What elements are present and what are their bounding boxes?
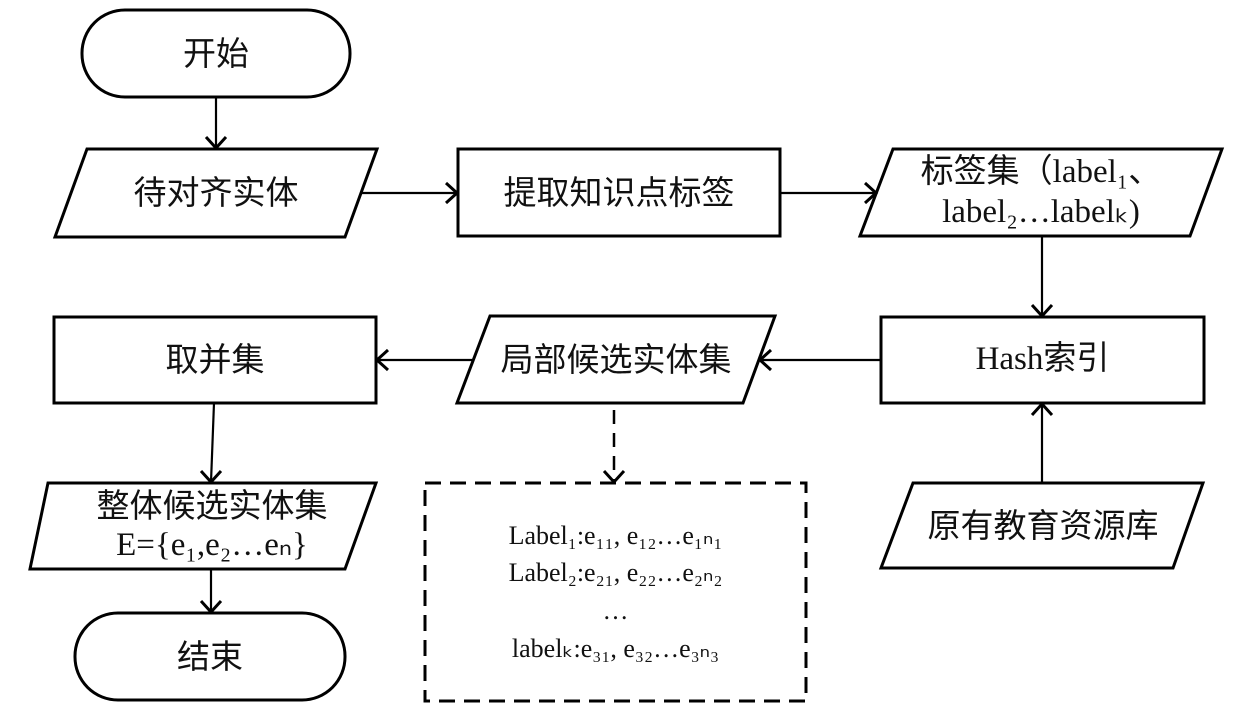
overall-candidate-set-line1: 整体候选实体集 [96, 486, 328, 526]
edge-db-to-hash [1030, 401, 1054, 483]
end-node: 结束 [75, 613, 345, 700]
detail-line: labelₖ:e₃₁, e₃₂…e₃ₙ₃ [511, 633, 720, 663]
edge-labelset-to-hash [1030, 236, 1054, 319]
label-set-line1: 标签集（label₁、 [920, 153, 1162, 190]
take-union-label: 取并集 [165, 340, 265, 380]
edge-extract-to-labelset [780, 181, 879, 205]
detail-line: Label₁:e₁₁, e₁₂…e₁ₙ₁ [508, 520, 723, 550]
start-node: 开始 [82, 10, 350, 97]
detail-box: Label₁:e₁₁, e₁₂…e₁ₙ₁ Label₂:e₂₁, e₂₂…e₂ₙ… [425, 492, 806, 692]
label-set-node: 标签集（label₁、 label₂…labelₖ) [866, 149, 1216, 236]
edge-entity-to-extract [361, 181, 460, 205]
end-label: 结束 [177, 636, 243, 676]
edge-union-to-overall [199, 402, 223, 485]
edge-local-to-union [374, 348, 473, 372]
local-candidate-set-node: 局部候选实体集 [473, 316, 759, 403]
overall-candidate-set-line2: E={e₁,e₂…eₙ} [116, 527, 308, 563]
entity-to-align-node: 待对齐实体 [70, 149, 362, 237]
edge-start-to-entity [204, 97, 228, 151]
start-label: 开始 [183, 33, 249, 73]
take-union-node: 取并集 [54, 317, 376, 403]
detail-line: Label₂:e₂₁, e₂₂…e₂ₙ₂ [508, 558, 723, 588]
edge-hash-to-local [757, 348, 881, 372]
hash-index-label: Hash索引 [975, 341, 1110, 378]
detail-ellipsis: … [602, 596, 629, 625]
local-candidate-set-label: 局部候选实体集 [500, 339, 732, 379]
original-resource-db-node: 原有教育资源库 [897, 483, 1189, 568]
extract-labels-label: 提取知识点标签 [503, 172, 735, 212]
edge-local-to-detail-dashed [602, 410, 626, 485]
original-resource-db-label: 原有教育资源库 [927, 505, 1159, 545]
label-set-line2: label₂…labelₖ) [942, 193, 1140, 230]
edge-overall-to-end [199, 569, 223, 615]
extract-labels-node: 提取知识点标签 [458, 149, 780, 236]
hash-index-node: Hash索引 [881, 317, 1204, 403]
overall-candidate-set-node: 整体候选实体集 E={e₁,e₂…eₙ} [39, 483, 385, 569]
entity-to-align-label: 待对齐实体 [133, 173, 299, 213]
